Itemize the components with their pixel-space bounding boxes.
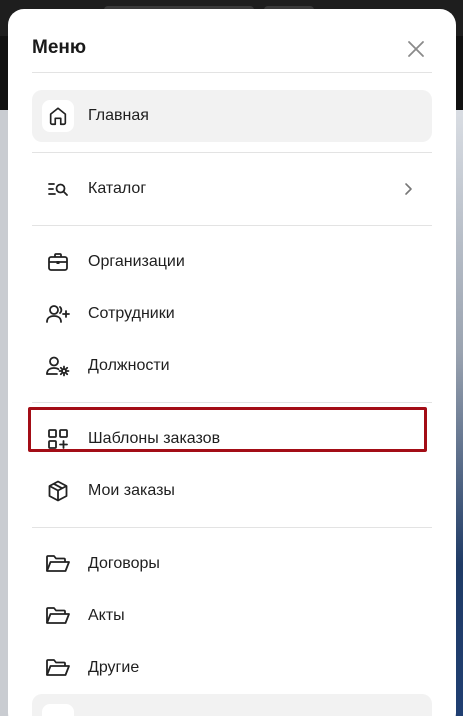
- divider: [32, 402, 432, 403]
- user-gear-icon: [46, 356, 70, 377]
- menu-item-label: Должности: [88, 357, 170, 374]
- menu-modal: Меню Главная Каталог Организации Сотрудн…: [8, 9, 456, 716]
- positions-icon-box: [42, 350, 74, 382]
- modal-header: Меню: [8, 9, 456, 89]
- menu-item-label: Главная: [88, 107, 149, 124]
- menu-item-next-partial[interactable]: [32, 694, 432, 716]
- menu-item-my-orders[interactable]: Мои заказы: [32, 465, 432, 517]
- contracts-icon-box: [42, 548, 74, 580]
- close-button[interactable]: [404, 37, 428, 61]
- menu-item-home[interactable]: Главная: [32, 90, 432, 142]
- menu-item-other[interactable]: Другие: [32, 642, 432, 694]
- my-orders-icon-box: [42, 475, 74, 507]
- catalog-search-icon: [48, 183, 68, 196]
- employees-icon-box: [42, 298, 74, 330]
- home-icon: [49, 107, 67, 126]
- menu-item-label: Другие: [88, 659, 140, 676]
- menu-item-label: Сотрудники: [88, 305, 175, 322]
- menu-item-label: Мои заказы: [88, 482, 175, 499]
- order-templates-icon-box: [42, 423, 74, 455]
- chevron-right-icon: [405, 183, 412, 195]
- menu-item-order-templates[interactable]: Шаблоны заказов: [32, 413, 432, 465]
- menu-item-label: Организации: [88, 253, 185, 270]
- close-icon: [408, 41, 424, 57]
- folder-icon: [46, 659, 70, 676]
- menu-item-contracts[interactable]: Договоры: [32, 538, 432, 590]
- menu-item-acts[interactable]: Акты: [32, 590, 432, 642]
- menu-item-positions[interactable]: Должности: [32, 340, 432, 392]
- home-icon-box: [42, 100, 74, 132]
- menu-item-organizations[interactable]: Организации: [32, 236, 432, 288]
- menu-item-label: Акты: [88, 607, 125, 624]
- divider: [32, 72, 432, 73]
- acts-icon-box: [42, 600, 74, 632]
- next-icon-box: [42, 704, 74, 716]
- divider: [32, 225, 432, 226]
- package-icon: [48, 480, 68, 502]
- organizations-icon-box: [42, 246, 74, 278]
- user-plus-icon: [46, 305, 70, 323]
- folder-icon: [46, 555, 70, 572]
- other-icon-box: [42, 652, 74, 684]
- folder-icon: [46, 607, 70, 624]
- menu-item-catalog[interactable]: Каталог: [32, 163, 432, 215]
- modal-title: Меню: [32, 37, 87, 58]
- grid-plus-icon: [48, 429, 68, 449]
- divider: [32, 152, 432, 153]
- menu-item-label: Шаблоны заказов: [88, 430, 221, 447]
- menu-item-label: Каталог: [88, 180, 147, 197]
- menu-item-employees[interactable]: Сотрудники: [32, 288, 432, 340]
- menu-item-label: Договоры: [88, 555, 160, 572]
- briefcase-icon: [48, 253, 68, 271]
- divider: [32, 527, 432, 528]
- catalog-icon-box: [42, 173, 74, 205]
